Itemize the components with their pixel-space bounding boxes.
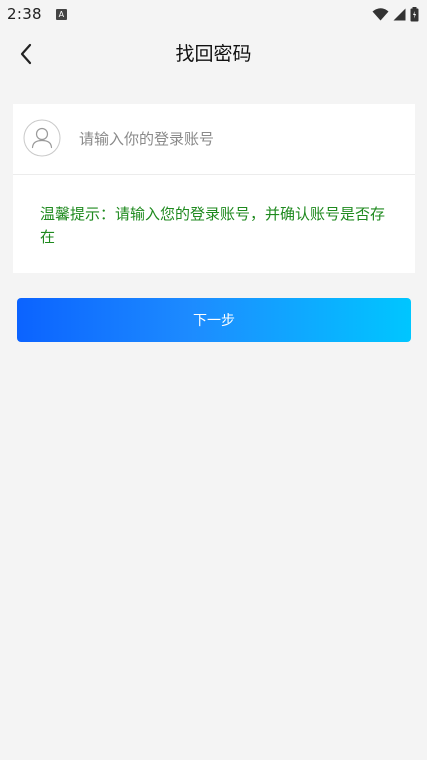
status-time: 2:38 — [7, 5, 42, 23]
form-card: 温馨提示：请输入您的登录账号，并确认账号是否存在 — [13, 104, 415, 273]
wifi-icon — [372, 7, 389, 20]
battery-icon — [410, 6, 419, 21]
signal-icon — [393, 8, 406, 20]
status-right — [372, 6, 419, 22]
status-bar: 2:38 A — [0, 0, 427, 28]
page-title: 找回密码 — [175, 43, 252, 65]
status-left: 2:38 A — [7, 5, 67, 23]
account-input[interactable] — [79, 122, 399, 156]
hint-text: 温馨提示：请输入您的登录账号，并确认账号是否存在 — [40, 205, 386, 246]
account-row — [13, 104, 415, 175]
user-avatar-icon — [23, 119, 61, 157]
nav-bar: 找回密码 — [0, 28, 427, 80]
next-button[interactable]: 下一步 — [17, 298, 411, 342]
notification-app-icon: A — [55, 8, 67, 20]
